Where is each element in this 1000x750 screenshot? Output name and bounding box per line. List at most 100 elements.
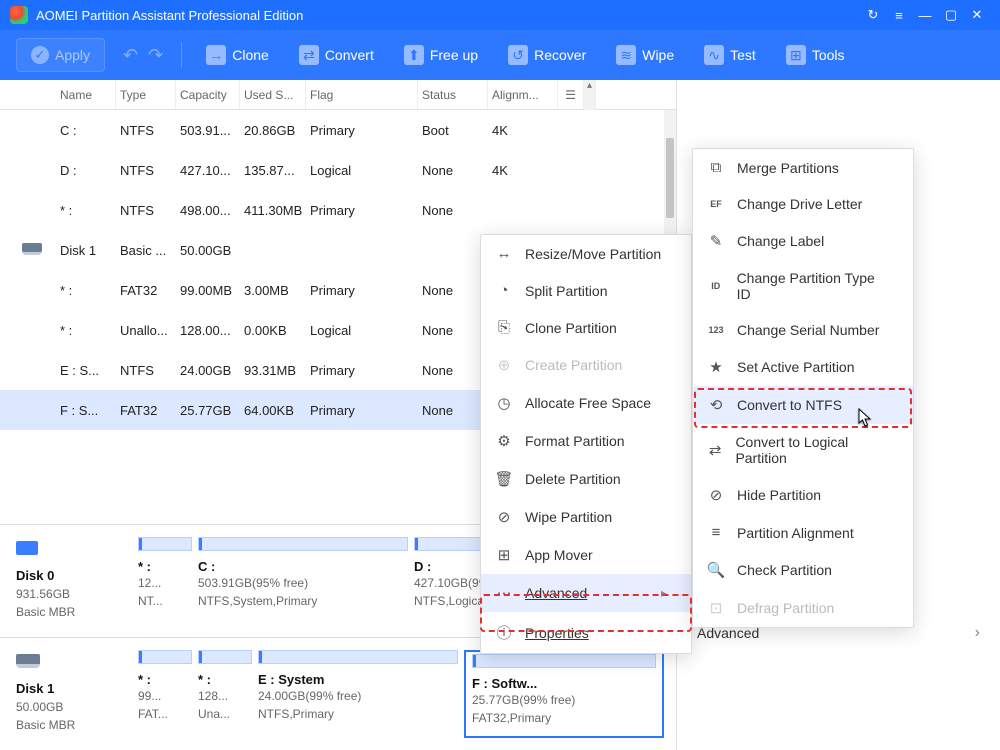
menu-check-partition[interactable]: 🔍Check Partition <box>693 551 913 589</box>
menu-allocate-free-space[interactable]: ◷Allocate Free Space <box>481 384 691 422</box>
convert-icon: ⇄ <box>299 45 319 65</box>
usage-bar <box>198 537 408 551</box>
minimize-icon[interactable]: — <box>912 2 938 28</box>
menu-create-partition: ⊕Create Partition <box>481 346 691 384</box>
col-type[interactable]: Type <box>116 80 176 109</box>
window-title: AOMEI Partition Assistant Professional E… <box>36 8 303 23</box>
menu-icon: ⟲ <box>707 396 725 414</box>
disk-info[interactable]: Disk 0931.56GBBasic MBR <box>12 537 132 625</box>
chevron-right-icon: ▸ <box>661 586 667 600</box>
partition-card[interactable]: E : System24.00GB(99% free)NTFS,Primary <box>258 650 458 738</box>
menu-clone-partition[interactable]: ⎘Clone Partition <box>481 309 691 346</box>
menu-icon: ⊡ <box>707 599 725 617</box>
usage-bar <box>258 650 458 664</box>
menu-icon[interactable]: ≡ <box>886 2 912 28</box>
tool-test[interactable]: ∿Test <box>698 39 762 71</box>
menu-properties[interactable]: ⓘProperties <box>481 612 691 653</box>
partition-card[interactable]: * :12...NT... <box>138 537 192 625</box>
menu-icon: ↔ <box>495 245 513 262</box>
disk-info[interactable]: Disk 150.00GBBasic MBR <box>12 650 132 738</box>
menu-icon: ⊘ <box>707 486 725 504</box>
menu-icon: EF <box>707 199 725 209</box>
redo-icon[interactable]: ↷ <box>148 45 163 66</box>
menu-change-partition-type-id[interactable]: IDChange Partition Type ID <box>693 260 913 312</box>
menu-icon: ✎ <box>707 232 725 250</box>
col-alignment[interactable]: Alignm... <box>488 80 558 109</box>
partition-card[interactable]: F : Softw...25.77GB(99% free)FAT32,Prima… <box>464 650 664 738</box>
partition-card[interactable]: * :128...Una... <box>198 650 252 738</box>
table-header: Name Type Capacity Used S... Flag Status… <box>0 80 676 110</box>
context-menu-advanced: ⧉Merge PartitionsEFChange Drive Letter✎C… <box>692 148 914 628</box>
check-icon: ✓ <box>31 46 49 64</box>
menu-change-drive-letter[interactable]: EFChange Drive Letter <box>693 186 913 222</box>
partition-card[interactable]: C :503.91GB(95% free)NTFS,System,Primary <box>198 537 408 625</box>
col-status[interactable]: Status <box>418 80 488 109</box>
usage-bar <box>472 654 656 668</box>
menu-icon: 123 <box>707 325 725 335</box>
menu-icon: ⋯ <box>495 584 513 602</box>
partition-row[interactable]: D :NTFS427.10...135.87...LogicalNone4K <box>0 150 676 190</box>
menu-format-partition[interactable]: ⚙Format Partition <box>481 422 691 460</box>
menu-icon: ID <box>707 281 725 291</box>
menu-resize-move-partition[interactable]: ↔Resize/Move Partition <box>481 235 691 272</box>
menu-icon: ⊕ <box>495 356 513 374</box>
col-flag[interactable]: Flag <box>306 80 418 109</box>
menu-change-serial-number[interactable]: 123Change Serial Number <box>693 312 913 348</box>
partition-row[interactable]: C :NTFS503.91...20.86GBPrimaryBoot4K <box>0 110 676 150</box>
menu-icon: ⎘ <box>495 319 513 336</box>
free up-icon: ⬆ <box>404 45 424 65</box>
menu-hide-partition[interactable]: ⊘Hide Partition <box>693 476 913 514</box>
menu-app-mover[interactable]: ⊞App Mover <box>481 536 691 574</box>
apply-button[interactable]: ✓ Apply <box>16 38 105 72</box>
menu-icon: ⇄ <box>707 441 723 459</box>
usage-bar <box>138 650 192 664</box>
close-icon[interactable]: ✕ <box>964 2 990 28</box>
maximize-icon[interactable]: ▢ <box>938 2 964 28</box>
disk-icon <box>16 654 40 668</box>
menu-partition-alignment[interactable]: ≡Partition Alignment <box>693 514 913 551</box>
menu-icon: ⧉ <box>707 159 725 176</box>
col-name[interactable]: Name <box>56 80 116 109</box>
col-used[interactable]: Used S... <box>240 80 306 109</box>
toolbar: ✓ Apply ↶ ↷ →Clone ⇄Convert ⬆Free up ↺Recov… <box>0 30 1000 80</box>
menu-advanced[interactable]: ⋯Advanced▸ <box>481 574 691 612</box>
partition-card[interactable]: * :99...FAT... <box>138 650 192 738</box>
titlebar: AOMEI Partition Assistant Professional E… <box>0 0 1000 30</box>
usage-bar <box>138 537 192 551</box>
disk-icon <box>16 541 38 555</box>
menu-convert-to-ntfs[interactable]: ⟲Convert to NTFS <box>693 386 913 424</box>
chevron-right-icon: › <box>975 624 980 642</box>
menu-icon: ★ <box>707 358 725 376</box>
test-icon: ∿ <box>704 45 724 65</box>
menu-icon: ≡ <box>707 524 725 541</box>
menu-icon: ⚙ <box>495 432 513 450</box>
list-options-icon[interactable]: ☰ <box>558 80 584 109</box>
menu-change-label[interactable]: ✎Change Label <box>693 222 913 260</box>
menu-icon: ◷ <box>495 394 513 412</box>
menu-set-active-partition[interactable]: ★Set Active Partition <box>693 348 913 386</box>
undo-icon[interactable]: ↶ <box>123 45 138 66</box>
menu-convert-to-logical-partition[interactable]: ⇄Convert to Logical Partition <box>693 424 913 476</box>
tool-recover[interactable]: ↺Recover <box>502 39 592 71</box>
tool-tools[interactable]: ⊞Tools <box>780 39 851 71</box>
partition-row[interactable]: * :NTFS498.00...411.30MBPrimaryNone <box>0 190 676 230</box>
tool-convert[interactable]: ⇄Convert <box>293 39 380 71</box>
tool-free-up[interactable]: ⬆Free up <box>398 39 484 71</box>
menu-icon: ⊞ <box>495 546 513 564</box>
usage-bar <box>198 650 252 664</box>
menu-merge-partitions[interactable]: ⧉Merge Partitions <box>693 149 913 186</box>
undo-redo: ↶ ↷ <box>123 45 163 66</box>
menu-icon: ⊘ <box>495 508 513 526</box>
disk-icon <box>22 243 42 255</box>
refresh-icon[interactable]: ↻ <box>860 2 886 28</box>
scrollbar[interactable]: ▴ <box>584 80 596 110</box>
menu-split-partition[interactable]: ◔Split Partition <box>481 272 691 309</box>
tool-wipe[interactable]: ≋Wipe <box>610 39 680 71</box>
menu-wipe-partition[interactable]: ⊘Wipe Partition <box>481 498 691 536</box>
wipe-icon: ≋ <box>616 45 636 65</box>
clone-icon: → <box>206 45 226 65</box>
tool-clone[interactable]: →Clone <box>200 39 275 71</box>
menu-delete-partition[interactable]: 🗑Delete Partition <box>481 460 691 498</box>
apply-label: Apply <box>55 47 90 63</box>
col-capacity[interactable]: Capacity <box>176 80 240 109</box>
